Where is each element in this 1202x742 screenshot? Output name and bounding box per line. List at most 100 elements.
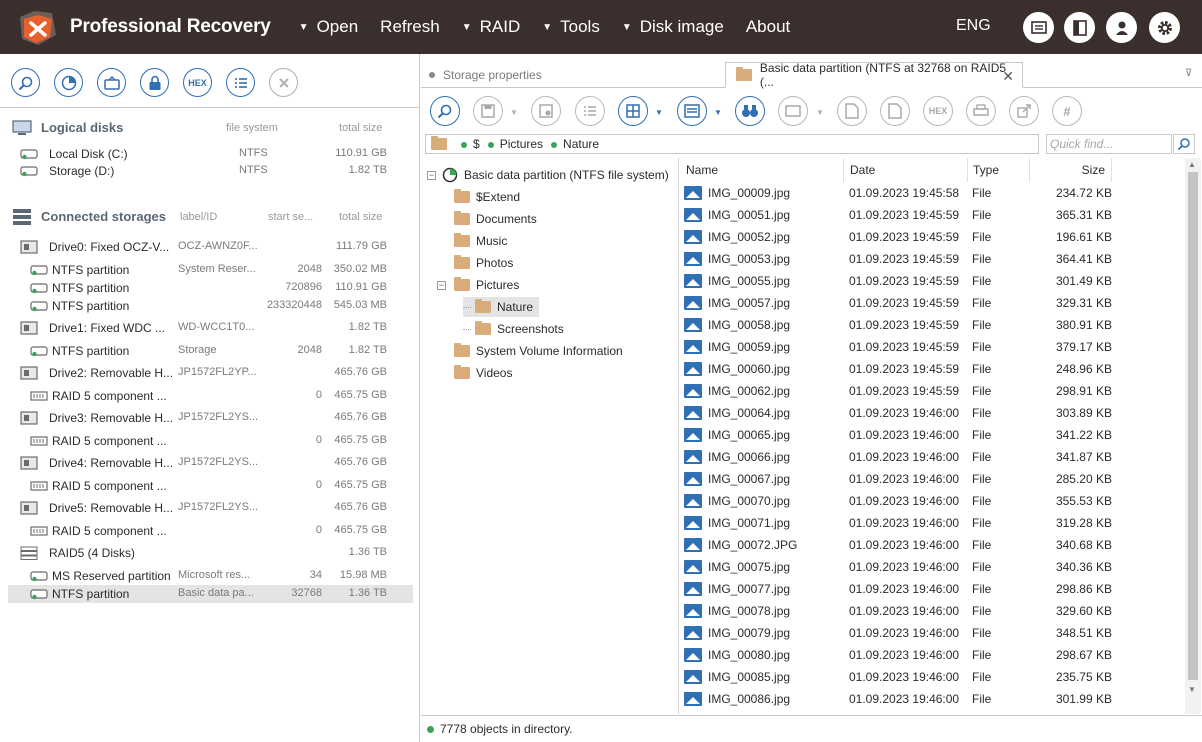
storage-device-row[interactable]: Drive0: Fixed OCZ-V... OCZ-AWNZ0F... 111.7… <box>8 238 413 256</box>
storage-partition-row[interactable]: NTFS partition Storage 2048 1.82 TB <box>8 342 413 360</box>
file-properties-icon[interactable] <box>837 96 867 126</box>
list-icon[interactable] <box>226 68 255 97</box>
storage-partition-row[interactable]: NTFS partition 720896 110.91 GB <box>8 279 413 297</box>
tree-node[interactable]: +Videos <box>437 363 512 383</box>
column-name[interactable]: Name <box>680 158 844 182</box>
hex-icon[interactable]: HEX <box>183 68 212 97</box>
logical-disk-row[interactable]: Storage (D:) NTFS 1.82 TB <box>8 162 413 180</box>
language-selector[interactable]: ENG <box>956 17 991 35</box>
storage-partition-row[interactable]: RAID 5 component ... 0 465.75 GB <box>8 522 413 540</box>
checklist-icon[interactable] <box>575 96 605 126</box>
column-size[interactable]: Size <box>1030 158 1112 182</box>
menu-refresh[interactable]: Refresh <box>380 17 440 37</box>
file-row[interactable]: IMG_00058.jpg 01.09.2023 19:45:59 File 380.… <box>680 314 1186 336</box>
quick-find-input[interactable]: Quick find... <box>1046 134 1172 154</box>
storage-device-row[interactable]: Drive3: Removable H... JP1572FL2YS... 465.… <box>8 409 413 427</box>
tree-node[interactable]: +Documents <box>437 209 537 229</box>
collapse-icon[interactable]: − <box>427 170 436 180</box>
file-row[interactable]: IMG_00080.jpg 01.09.2023 19:46:00 File 298.… <box>680 644 1186 666</box>
file-row[interactable]: IMG_00052.jpg 01.09.2023 19:45:59 File 196.… <box>680 226 1186 248</box>
hash-icon[interactable]: # <box>1052 96 1082 126</box>
file-row[interactable]: IMG_00062.jpg 01.09.2023 19:45:59 File 298.… <box>680 380 1186 402</box>
storage-device-row[interactable]: RAID5 (4 Disks) 1.36 TB <box>8 544 413 562</box>
messages-icon[interactable] <box>1023 12 1054 43</box>
file-row[interactable]: IMG_00077.jpg 01.09.2023 19:46:00 File 298.… <box>680 578 1186 600</box>
tree-node[interactable]: +$Extend <box>437 187 520 207</box>
file-row[interactable]: IMG_00079.jpg 01.09.2023 19:46:00 File 348.… <box>680 622 1186 644</box>
file-row[interactable]: IMG_00071.jpg 01.09.2023 19:46:00 File 319.… <box>680 512 1186 534</box>
menu-about[interactable]: About <box>746 17 790 37</box>
tab-close-icon[interactable]: ✕ <box>1002 68 1014 85</box>
file-row[interactable]: IMG_00086.jpg 01.09.2023 19:46:00 File 301.… <box>680 688 1186 710</box>
column-type[interactable]: Type <box>968 158 1030 182</box>
file-icon[interactable] <box>880 96 910 126</box>
export-icon[interactable] <box>1009 96 1039 126</box>
menu-raid[interactable]: ▼ RAID <box>462 17 521 37</box>
scan-icon[interactable] <box>54 68 83 97</box>
file-row[interactable]: IMG_00078.jpg 01.09.2023 19:46:00 File 329.… <box>680 600 1186 622</box>
storage-partition-row[interactable]: RAID 5 component ... 0 465.75 GB <box>8 477 413 495</box>
panel-dropdown-icon[interactable]: ▼ <box>714 108 722 117</box>
breadcrumb-item[interactable]: $ <box>473 137 480 151</box>
scroll-up-icon[interactable]: ▲ <box>1188 160 1196 169</box>
tree-node[interactable]: +Music <box>437 231 507 251</box>
menu-tools[interactable]: ▼ Tools <box>542 17 600 37</box>
collapse-icon[interactable]: − <box>437 280 446 290</box>
preview-dropdown-icon[interactable]: ▼ <box>816 108 824 117</box>
save-options-icon[interactable] <box>531 96 561 126</box>
file-row[interactable]: IMG_00055.jpg 01.09.2023 19:45:59 File 301.… <box>680 270 1186 292</box>
storage-partition-row[interactable]: NTFS partition 233320448 545.03 MB <box>8 297 413 315</box>
storage-device-row[interactable]: Drive2: Removable H... JP1572FL2YP... 465.… <box>8 364 413 382</box>
column-date[interactable]: Date <box>844 158 968 182</box>
breadcrumb[interactable]: $ Pictures Nature <box>425 134 1039 154</box>
file-row[interactable]: IMG_00051.jpg 01.09.2023 19:45:59 File 365.… <box>680 204 1186 226</box>
scroll-down-icon[interactable]: ▼ <box>1188 685 1196 694</box>
lock-icon[interactable] <box>140 68 169 97</box>
tree-node[interactable]: Nature <box>463 297 540 317</box>
storage-partition-row[interactable]: MS Reserved partition Microsoft res... 34 1… <box>8 567 413 585</box>
tree-node[interactable]: Screenshots <box>463 319 564 339</box>
storage-partition-row[interactable]: RAID 5 component ... 0 465.75 GB <box>8 432 413 450</box>
file-row[interactable]: IMG_00085.jpg 01.09.2023 19:46:00 File 235.… <box>680 666 1186 688</box>
view-mode-icon[interactable] <box>618 96 648 126</box>
file-row[interactable]: IMG_00066.jpg 01.09.2023 19:46:00 File 341.… <box>680 446 1186 468</box>
user-icon[interactable] <box>1106 12 1137 43</box>
scrollbar-thumb[interactable] <box>1188 172 1198 680</box>
file-row[interactable]: IMG_00067.jpg 01.09.2023 19:46:00 File 285.… <box>680 468 1186 490</box>
sidebar-toggle-icon[interactable] <box>1064 12 1095 43</box>
search-icon[interactable] <box>11 68 40 97</box>
file-row[interactable]: IMG_00060.jpg 01.09.2023 19:45:59 File 248.… <box>680 358 1186 380</box>
tree-node[interactable]: +Photos <box>437 253 513 273</box>
close-icon[interactable] <box>269 68 298 97</box>
binoculars-icon[interactable] <box>735 96 765 126</box>
file-row[interactable]: IMG_00065.jpg 01.09.2023 19:46:00 File 341.… <box>680 424 1186 446</box>
file-row[interactable]: IMG_00009.jpg 01.09.2023 19:45:58 File 234.… <box>680 182 1186 204</box>
tree-node[interactable]: − Pictures <box>437 275 519 295</box>
menu-disk-image[interactable]: ▼ Disk image <box>622 17 724 37</box>
menu-open[interactable]: ▼ Open <box>299 17 359 37</box>
storage-device-row[interactable]: Drive5: Removable H... JP1572FL2YS... 465.… <box>8 499 413 517</box>
search-icon[interactable] <box>1173 134 1195 154</box>
disk-open-icon[interactable] <box>97 68 126 97</box>
storage-partition-row[interactable]: NTFS partition Basic data pa... 32768 1.36 … <box>8 585 413 603</box>
save-icon[interactable] <box>473 96 503 126</box>
logical-disk-row[interactable]: Local Disk (C:) NTFS 110.91 GB <box>8 145 413 163</box>
settings-icon[interactable] <box>1149 12 1180 43</box>
view-mode-dropdown-icon[interactable]: ▼ <box>655 108 663 117</box>
file-row[interactable]: IMG_00064.jpg 01.09.2023 19:46:00 File 303.… <box>680 402 1186 424</box>
file-row[interactable]: IMG_00053.jpg 01.09.2023 19:45:59 File 364.… <box>680 248 1186 270</box>
tab-menu-icon[interactable]: ⊽ <box>1185 68 1192 79</box>
panel-icon[interactable] <box>677 96 707 126</box>
storage-device-row[interactable]: Drive4: Removable H... JP1572FL2YS... 465.… <box>8 454 413 472</box>
preview-icon[interactable] <box>778 96 808 126</box>
tree-node[interactable]: +System Volume Information <box>437 341 623 361</box>
file-row[interactable]: IMG_00072.JPG 01.09.2023 19:46:00 File 340.… <box>680 534 1186 556</box>
search-icon[interactable] <box>430 96 460 126</box>
print-icon[interactable] <box>966 96 996 126</box>
storage-partition-row[interactable]: NTFS partition System Reser... 2048 350.02 … <box>8 261 413 279</box>
tab-storage-properties[interactable]: Storage properties <box>429 62 725 88</box>
hex-icon[interactable]: HEX <box>923 96 953 126</box>
file-row[interactable]: IMG_00059.jpg 01.09.2023 19:45:59 File 379.… <box>680 336 1186 358</box>
breadcrumb-item[interactable]: Pictures <box>500 137 543 151</box>
tree-node[interactable]: − Basic data partition (NTFS file system) <box>427 165 669 185</box>
